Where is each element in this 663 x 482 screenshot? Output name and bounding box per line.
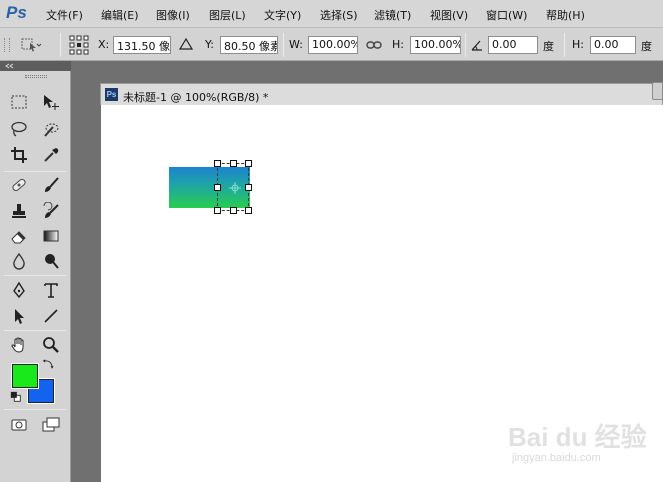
separator xyxy=(283,33,284,57)
ps-document-icon: Ps xyxy=(105,88,118,101)
h-skew-label: H: xyxy=(572,38,584,51)
divider xyxy=(4,171,66,172)
separator xyxy=(465,33,466,57)
quick-selection-tool-icon[interactable] xyxy=(39,118,63,140)
x-label: X: xyxy=(98,38,110,51)
history-brush-tool-icon[interactable] xyxy=(39,200,63,222)
zoom-tool-icon[interactable] xyxy=(39,334,63,356)
move-tool-preset-icon[interactable] xyxy=(20,36,42,54)
eraser-tool-icon[interactable] xyxy=(7,225,31,247)
width-field[interactable]: 100.00% xyxy=(308,36,358,54)
angle-unit: 度 xyxy=(543,40,554,53)
dodge-tool-icon[interactable] xyxy=(39,250,63,272)
document-tab[interactable]: Ps 未标题-1 @ 100%(RGB/8) * xyxy=(100,83,663,105)
quick-mask-mode-icon[interactable] xyxy=(7,414,31,436)
rectangular-marquee-tool-icon[interactable] xyxy=(7,91,31,113)
options-grip[interactable] xyxy=(4,38,10,52)
tools-panel-grip[interactable] xyxy=(25,75,47,78)
x-position-field[interactable]: 131.50 像素 xyxy=(113,36,171,54)
y-label: Y: xyxy=(205,38,214,51)
tools-panel xyxy=(0,61,71,482)
divider xyxy=(4,330,66,331)
menu-select[interactable]: 选择(S) xyxy=(320,7,358,23)
transform-handle-bottom-center[interactable] xyxy=(230,207,237,214)
path-selection-tool-icon[interactable] xyxy=(7,305,31,327)
clone-stamp-tool-icon[interactable] xyxy=(7,200,31,222)
transform-handle-top-right[interactable] xyxy=(245,160,252,167)
transform-handle-top-left[interactable] xyxy=(214,160,221,167)
link-icon[interactable] xyxy=(366,39,382,51)
menu-image[interactable]: 图像(I) xyxy=(156,7,190,23)
blur-tool-icon[interactable] xyxy=(7,250,31,272)
height-field[interactable]: 100.00% xyxy=(410,36,461,54)
menu-help[interactable]: 帮助(H) xyxy=(546,7,585,23)
divider xyxy=(4,409,66,410)
transform-handle-bottom-left[interactable] xyxy=(214,207,221,214)
foreground-color-swatch[interactable] xyxy=(11,363,39,389)
menu-file[interactable]: 文件(F) xyxy=(46,7,83,23)
menu-window[interactable]: 窗口(W) xyxy=(486,7,527,23)
watermark-url: jingyan.baidu.com xyxy=(512,452,601,464)
spot-healing-brush-tool-icon[interactable] xyxy=(7,174,31,196)
transform-center-point-icon[interactable] xyxy=(229,182,241,194)
transform-handle-bottom-right[interactable] xyxy=(245,207,252,214)
hand-tool-icon[interactable] xyxy=(7,334,31,356)
height-label: H: xyxy=(392,38,404,51)
pen-tool-icon[interactable] xyxy=(7,279,31,301)
lasso-tool-icon[interactable] xyxy=(7,118,31,140)
photoshop-logo: Ps xyxy=(6,3,27,22)
triangle-icon[interactable] xyxy=(178,37,194,51)
divider xyxy=(4,275,66,276)
gradient-tool-icon[interactable] xyxy=(39,225,63,247)
menu-edit[interactable]: 编辑(E) xyxy=(101,7,139,23)
document-title: 未标题-1 @ 100%(RGB/8) * xyxy=(123,91,269,104)
menu-view[interactable]: 视图(V) xyxy=(430,7,468,23)
menu-filter[interactable]: 滤镜(T) xyxy=(374,7,411,23)
swap-colors-icon[interactable] xyxy=(40,356,58,372)
options-bar: X: 131.50 像素 Y: 80.50 像素 W: 100.00% H: 1… xyxy=(0,28,663,61)
line-tool-icon[interactable] xyxy=(39,305,63,327)
width-label: W: xyxy=(289,38,303,51)
transform-handle-middle-right[interactable] xyxy=(245,184,252,191)
crop-tool-icon[interactable] xyxy=(7,144,31,166)
transform-handle-middle-left[interactable] xyxy=(214,184,221,191)
rotation-angle-field[interactable]: 0.00 xyxy=(488,36,538,54)
reference-point-icon[interactable] xyxy=(69,35,89,55)
type-tool-icon[interactable] xyxy=(39,279,63,301)
tools-panel-header[interactable] xyxy=(0,61,71,71)
h-skew-unit: 度 xyxy=(641,40,652,53)
separator xyxy=(564,33,565,57)
transform-handle-top-center[interactable] xyxy=(230,160,237,167)
angle-icon xyxy=(470,38,484,52)
screen-mode-icon[interactable] xyxy=(39,414,63,436)
menu-layer[interactable]: 图层(L) xyxy=(209,7,246,23)
h-skew-field[interactable]: 0.00 xyxy=(590,36,636,54)
brush-tool-icon[interactable] xyxy=(39,174,63,196)
move-tool-icon[interactable] xyxy=(39,91,63,113)
panel-collapse-handle[interactable] xyxy=(652,82,663,100)
default-colors-icon[interactable] xyxy=(8,390,24,404)
y-position-field[interactable]: 80.50 像素 xyxy=(220,36,278,54)
collapse-icon[interactable] xyxy=(3,61,17,71)
eyedropper-tool-icon[interactable] xyxy=(39,144,63,166)
watermark-logo: Bai du 经验 xyxy=(508,422,647,452)
separator xyxy=(60,33,61,57)
menu-type[interactable]: 文字(Y) xyxy=(264,7,301,23)
menu-bar: Ps 文件(F) 编辑(E) 图像(I) 图层(L) 文字(Y) 选择(S) 滤… xyxy=(0,0,663,28)
